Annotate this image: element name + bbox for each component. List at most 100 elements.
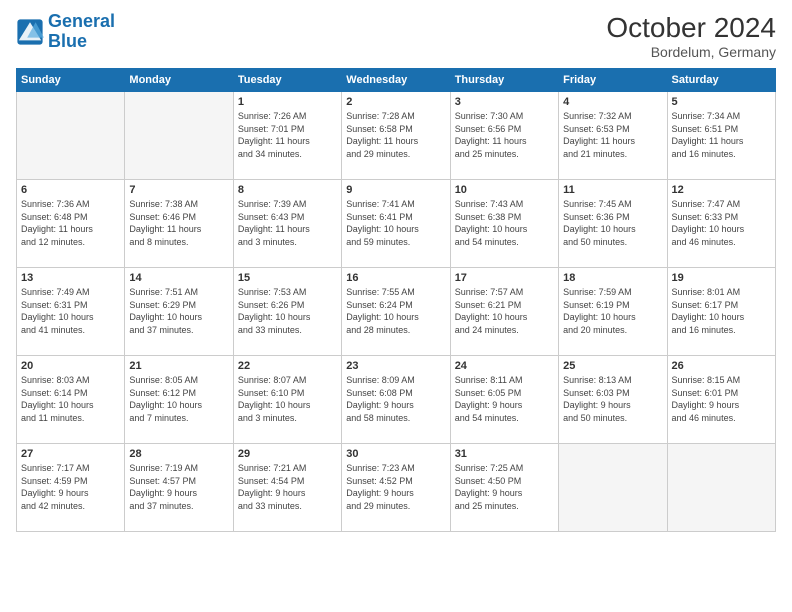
calendar-cell: 31 Sunrise: 7:25 AM Sunset: 4:50 PM Dayli… <box>450 444 558 532</box>
calendar-cell: 24Sunrise: 8:11 AM Sunset: 6:05 PM Dayli… <box>450 356 558 444</box>
calendar-cell: 14 Sunrise: 7:51 AM Sunset: 6:29 PM Dayli… <box>125 268 233 356</box>
day-header-friday: Friday <box>559 69 667 92</box>
day-number: 28 <box>129 448 228 460</box>
day-info: Sunrise: 7:53 AM Sunset: 6:26 PM Dayligh… <box>238 286 337 336</box>
calendar-cell: 1Sunrise: 7:26 AM Sunset: 7:01 PM Daylig… <box>233 92 341 180</box>
day-number: 2 <box>346 96 445 108</box>
day-number: 19 <box>672 272 771 284</box>
day-number: 14 <box>129 272 228 284</box>
day-number: 26 <box>672 360 771 372</box>
day-number: 31 <box>455 448 554 460</box>
calendar-cell: 26 Sunrise: 8:15 AM Sunset: 6:01 PM Dayli… <box>667 356 775 444</box>
calendar-cell <box>125 92 233 180</box>
logo: General Blue <box>16 12 115 52</box>
day-info: Sunrise: 7:49 AM Sunset: 6:31 PM Dayligh… <box>21 286 120 336</box>
day-info: Sunrise: 7:36 AM Sunset: 6:48 PM Dayligh… <box>21 198 120 248</box>
day-info: Sunrise: 7:51 AM Sunset: 6:29 PM Dayligh… <box>129 286 228 336</box>
calendar-cell: 27 Sunrise: 7:17 AM Sunset: 4:59 PM Dayli… <box>17 444 125 532</box>
calendar-cell: 22 Sunrise: 8:07 AM Sunset: 6:10 PM Dayli… <box>233 356 341 444</box>
day-info: Sunrise: 7:39 AM Sunset: 6:43 PM Dayligh… <box>238 198 337 248</box>
day-info: Sunrise: 7:41 AM Sunset: 6:41 PM Dayligh… <box>346 198 445 248</box>
day-info: Sunrise: 7:57 AM Sunset: 6:21 PM Dayligh… <box>455 286 554 336</box>
header: General Blue October 2024 Bordelum, Germ… <box>16 12 776 60</box>
day-number: 18 <box>563 272 662 284</box>
logo-blue: Blue <box>48 31 87 51</box>
day-info: Sunrise: 7:23 AM Sunset: 4:52 PM Dayligh… <box>346 462 445 512</box>
day-info: Sunrise: 7:30 AM Sunset: 6:56 PM Dayligh… <box>455 110 554 160</box>
calendar-cell: 29Sunrise: 7:21 AM Sunset: 4:54 PM Dayli… <box>233 444 341 532</box>
day-number: 23 <box>346 360 445 372</box>
day-info: Sunrise: 7:59 AM Sunset: 6:19 PM Dayligh… <box>563 286 662 336</box>
title-block: October 2024 Bordelum, Germany <box>606 12 776 60</box>
day-number: 21 <box>129 360 228 372</box>
calendar-cell: 4Sunrise: 7:32 AM Sunset: 6:53 PM Daylig… <box>559 92 667 180</box>
day-number: 25 <box>563 360 662 372</box>
calendar-cell: 23 Sunrise: 8:09 AM Sunset: 6:08 PM Dayli… <box>342 356 450 444</box>
location: Bordelum, Germany <box>606 44 776 60</box>
calendar-week-4: 27 Sunrise: 7:17 AM Sunset: 4:59 PM Dayli… <box>17 444 776 532</box>
calendar-cell: 30 Sunrise: 7:23 AM Sunset: 4:52 PM Dayli… <box>342 444 450 532</box>
day-number: 7 <box>129 184 228 196</box>
calendar-cell: 13 Sunrise: 7:49 AM Sunset: 6:31 PM Dayli… <box>17 268 125 356</box>
day-info: Sunrise: 7:32 AM Sunset: 6:53 PM Dayligh… <box>563 110 662 160</box>
day-info: Sunrise: 8:03 AM Sunset: 6:14 PM Dayligh… <box>21 374 120 424</box>
month-title: October 2024 <box>606 12 776 44</box>
day-info: Sunrise: 7:38 AM Sunset: 6:46 PM Dayligh… <box>129 198 228 248</box>
calendar-cell <box>17 92 125 180</box>
calendar-week-1: 6 Sunrise: 7:36 AM Sunset: 6:48 PM Daylig… <box>17 180 776 268</box>
calendar-cell: 2 Sunrise: 7:28 AM Sunset: 6:58 PM Daylig… <box>342 92 450 180</box>
calendar-cell: 19 Sunrise: 8:01 AM Sunset: 6:17 PM Dayli… <box>667 268 775 356</box>
day-number: 8 <box>238 184 337 196</box>
day-info: Sunrise: 7:26 AM Sunset: 7:01 PM Dayligh… <box>238 110 337 160</box>
day-number: 11 <box>563 184 662 196</box>
calendar-cell: 15 Sunrise: 7:53 AM Sunset: 6:26 PM Dayli… <box>233 268 341 356</box>
day-number: 27 <box>21 448 120 460</box>
day-info: Sunrise: 7:17 AM Sunset: 4:59 PM Dayligh… <box>21 462 120 512</box>
logo-general: General <box>48 11 115 31</box>
day-number: 6 <box>21 184 120 196</box>
calendar-cell <box>667 444 775 532</box>
day-info: Sunrise: 7:47 AM Sunset: 6:33 PM Dayligh… <box>672 198 771 248</box>
day-number: 15 <box>238 272 337 284</box>
day-info: Sunrise: 8:01 AM Sunset: 6:17 PM Dayligh… <box>672 286 771 336</box>
day-number: 5 <box>672 96 771 108</box>
day-header-wednesday: Wednesday <box>342 69 450 92</box>
day-number: 17 <box>455 272 554 284</box>
calendar-week-3: 20 Sunrise: 8:03 AM Sunset: 6:14 PM Dayli… <box>17 356 776 444</box>
calendar-cell: 17 Sunrise: 7:57 AM Sunset: 6:21 PM Dayli… <box>450 268 558 356</box>
calendar-cell: 12Sunrise: 7:47 AM Sunset: 6:33 PM Dayli… <box>667 180 775 268</box>
logo-icon <box>16 18 44 46</box>
calendar-cell: 18 Sunrise: 7:59 AM Sunset: 6:19 PM Dayli… <box>559 268 667 356</box>
calendar-cell: 9Sunrise: 7:41 AM Sunset: 6:41 PM Daylig… <box>342 180 450 268</box>
day-number: 16 <box>346 272 445 284</box>
day-header-sunday: Sunday <box>17 69 125 92</box>
day-info: Sunrise: 8:07 AM Sunset: 6:10 PM Dayligh… <box>238 374 337 424</box>
day-info: Sunrise: 7:28 AM Sunset: 6:58 PM Dayligh… <box>346 110 445 160</box>
day-info: Sunrise: 7:21 AM Sunset: 4:54 PM Dayligh… <box>238 462 337 512</box>
day-number: 30 <box>346 448 445 460</box>
calendar-cell: 10 Sunrise: 7:43 AM Sunset: 6:38 PM Dayli… <box>450 180 558 268</box>
calendar-cell: 6 Sunrise: 7:36 AM Sunset: 6:48 PM Daylig… <box>17 180 125 268</box>
day-info: Sunrise: 7:55 AM Sunset: 6:24 PM Dayligh… <box>346 286 445 336</box>
day-number: 20 <box>21 360 120 372</box>
page: General Blue October 2024 Bordelum, Germ… <box>0 0 792 612</box>
calendar-cell: 28Sunrise: 7:19 AM Sunset: 4:57 PM Dayli… <box>125 444 233 532</box>
calendar-cell: 5Sunrise: 7:34 AM Sunset: 6:51 PM Daylig… <box>667 92 775 180</box>
calendar-cell: 20 Sunrise: 8:03 AM Sunset: 6:14 PM Dayli… <box>17 356 125 444</box>
day-info: Sunrise: 8:09 AM Sunset: 6:08 PM Dayligh… <box>346 374 445 424</box>
day-header-saturday: Saturday <box>667 69 775 92</box>
day-header-monday: Monday <box>125 69 233 92</box>
day-number: 22 <box>238 360 337 372</box>
calendar-cell <box>559 444 667 532</box>
calendar-header-row: SundayMondayTuesdayWednesdayThursdayFrid… <box>17 69 776 92</box>
day-number: 13 <box>21 272 120 284</box>
calendar-cell: 21Sunrise: 8:05 AM Sunset: 6:12 PM Dayli… <box>125 356 233 444</box>
day-number: 10 <box>455 184 554 196</box>
calendar-cell: 8 Sunrise: 7:39 AM Sunset: 6:43 PM Daylig… <box>233 180 341 268</box>
day-info: Sunrise: 7:43 AM Sunset: 6:38 PM Dayligh… <box>455 198 554 248</box>
calendar-week-0: 1Sunrise: 7:26 AM Sunset: 7:01 PM Daylig… <box>17 92 776 180</box>
day-info: Sunrise: 7:25 AM Sunset: 4:50 PM Dayligh… <box>455 462 554 512</box>
logo-text: General Blue <box>48 12 115 52</box>
day-header-tuesday: Tuesday <box>233 69 341 92</box>
day-info: Sunrise: 8:15 AM Sunset: 6:01 PM Dayligh… <box>672 374 771 424</box>
